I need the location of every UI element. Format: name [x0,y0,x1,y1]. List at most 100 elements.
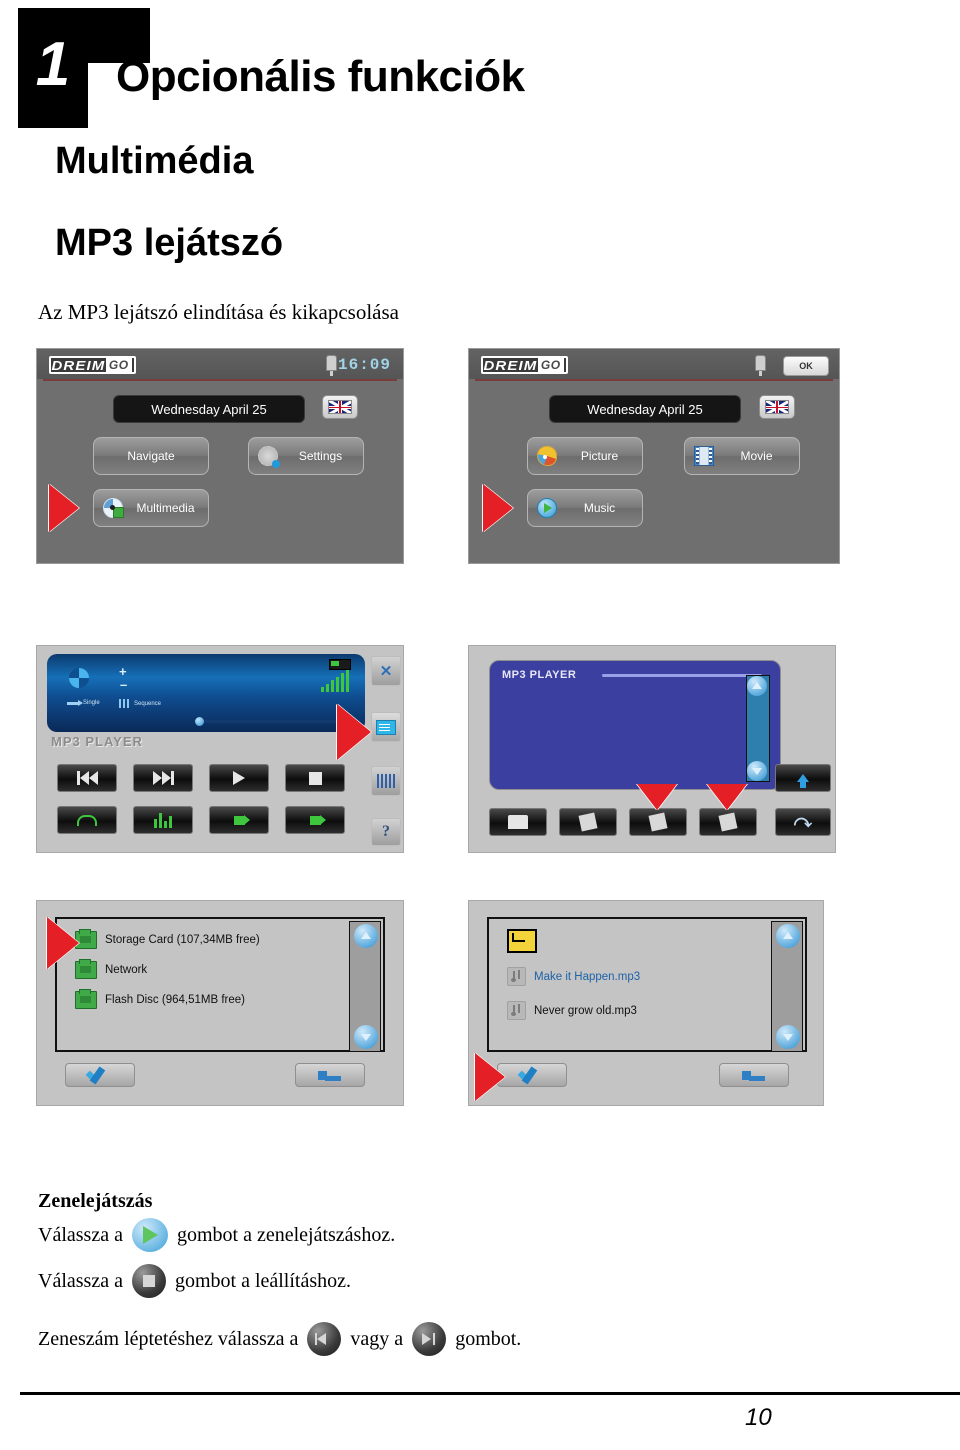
progress-slider-track[interactable] [197,720,357,723]
language-flag-button[interactable] [759,395,795,419]
playlist-button[interactable] [371,712,401,742]
progress-slider-knob[interactable] [195,717,204,726]
scroll-up-button[interactable] [776,924,800,948]
screenshot-file-browser: Make it Happen.mp3 Never grow old.mp3 [468,900,824,1106]
menu-label-navigate: Navigate [127,449,175,463]
repeat-icon [77,814,97,826]
return-icon [318,1068,342,1082]
menu-button-settings[interactable]: Settings [248,437,364,475]
return-button[interactable] [295,1063,365,1087]
return-button[interactable] [719,1063,789,1087]
logo-text-primary: DREIM [51,357,106,373]
uk-flag-icon [765,400,789,414]
ok-button[interactable]: OK [783,356,829,376]
sequence-bars-icon [119,699,130,708]
annotation-arrow-multimedia [49,484,79,532]
annotation-arrow-storage-card [47,917,79,969]
back-button[interactable]: ⤺ [775,808,831,836]
date-display: Wednesday April 25 [113,395,305,423]
save-list-icon [578,812,598,832]
menu-button-picture[interactable]: Picture [527,437,643,475]
intro-text: Az MP3 lejátszó elindítása és kikapcsolá… [38,300,399,324]
list-item[interactable]: Never grow old.mp3 [507,1001,637,1020]
mode-single-label: Single [83,700,100,706]
logo-text-secondary: GO [105,357,132,373]
ok-check-button[interactable] [497,1063,567,1087]
play-icon [537,498,557,518]
uk-flag-icon [328,400,352,414]
scroll-up-button[interactable] [354,924,378,948]
save-list-button[interactable] [559,808,617,836]
previous-track-button[interactable] [57,764,117,792]
annotation-arrow-confirm [475,1053,505,1101]
menu-button-navigate[interactable]: Navigate [93,437,209,475]
scroll-down-button[interactable] [354,1025,378,1049]
volume-up-indicator: + [119,664,127,679]
file-list: Make it Happen.mp3 Never grow old.mp3 [487,917,807,1052]
close-button[interactable]: ✕ [371,656,401,686]
instruction-line-play: Válassza a gombot a zenelejátszáshoz. [38,1218,395,1252]
menu-label-movie: Movie [740,449,773,463]
list-item[interactable] [507,929,537,953]
ok-check-button[interactable] [65,1063,135,1087]
list-item-label: Never grow old.mp3 [534,1004,637,1017]
checkmark-icon [518,1067,546,1083]
help-button[interactable]: ? [371,818,401,846]
list-item[interactable]: Storage Card (107,34MB free) [75,929,260,949]
volume-down-button[interactable] [209,806,269,834]
open-folder-button[interactable] [489,808,547,836]
add-track-button[interactable] [629,808,687,836]
screenshot-playlist: MP3 PLAYER ⤺ [468,645,836,853]
mp3-lcd-display: + – Single Sequence [47,654,365,732]
move-up-button[interactable] [775,764,831,792]
stop-icon [308,771,322,785]
file-list-scrollbar[interactable] [771,921,803,1052]
equalizer-icon [154,812,172,828]
menu-button-music[interactable]: Music [527,489,643,527]
repeat-button[interactable] [57,806,117,834]
open-folder-icon [508,815,528,829]
language-flag-button[interactable] [322,395,358,419]
annotation-arrow-playlist [337,704,371,760]
stop-button[interactable] [285,764,345,792]
remove-track-button[interactable] [699,808,757,836]
volume-up-icon [309,814,326,825]
equalizer-visualizer [321,668,349,692]
mp3-player-title: MP3 PLAYER [51,734,143,749]
playlist-title: MP3 PLAYER [502,669,577,681]
playlist-icon [376,719,396,735]
instruction-text-after: gombot a zenelejátszáshoz. [176,1223,396,1246]
battery-icon [755,355,766,376]
chapter-number: 1 [35,30,71,99]
screenshot-multimedia-menu: DREIM GO OK Wednesday April 25 Picture M… [468,348,840,564]
palette-icon [537,446,557,466]
instruction-text-before: Válassza a [38,1223,123,1246]
scroll-down-button[interactable] [776,1025,800,1049]
next-track-button[interactable] [133,764,193,792]
menu-button-multimedia[interactable]: Multimedia [93,489,209,527]
stop-button-icon [131,1264,166,1298]
next-button-icon [412,1322,447,1356]
menu-button-movie[interactable]: Movie [684,437,800,475]
scroll-up-button[interactable] [747,676,767,696]
storage-list: Storage Card (107,34MB free) Network Fla… [55,917,385,1052]
play-button[interactable] [209,764,269,792]
logo-text-secondary: GO [537,357,564,373]
list-view-button[interactable] [371,766,401,796]
scroll-down-button[interactable] [747,761,767,781]
storage-list-scrollbar[interactable] [349,921,381,1052]
list-item[interactable]: Flash Disc (964,51MB free) [75,989,245,1009]
previous-button-icon [307,1322,342,1356]
list-item[interactable]: Make it Happen.mp3 [507,967,640,986]
instruction-text-before: Válassza a [38,1269,123,1292]
equalizer-button[interactable] [133,806,193,834]
clock-display: 16:09 [337,356,391,374]
list-item[interactable]: Network [75,959,147,979]
playlist-scrollbar[interactable] [746,675,770,782]
lcd-battery-icon [329,659,351,670]
network-drive-icon [75,989,97,1009]
screenshot-main-menu: DREIM GO 16:09 Wednesday April 25 Naviga… [36,348,404,564]
volume-up-button[interactable] [285,806,345,834]
back-icon: ⤺ [793,812,813,831]
mode-single-indicator: Single [67,699,100,706]
